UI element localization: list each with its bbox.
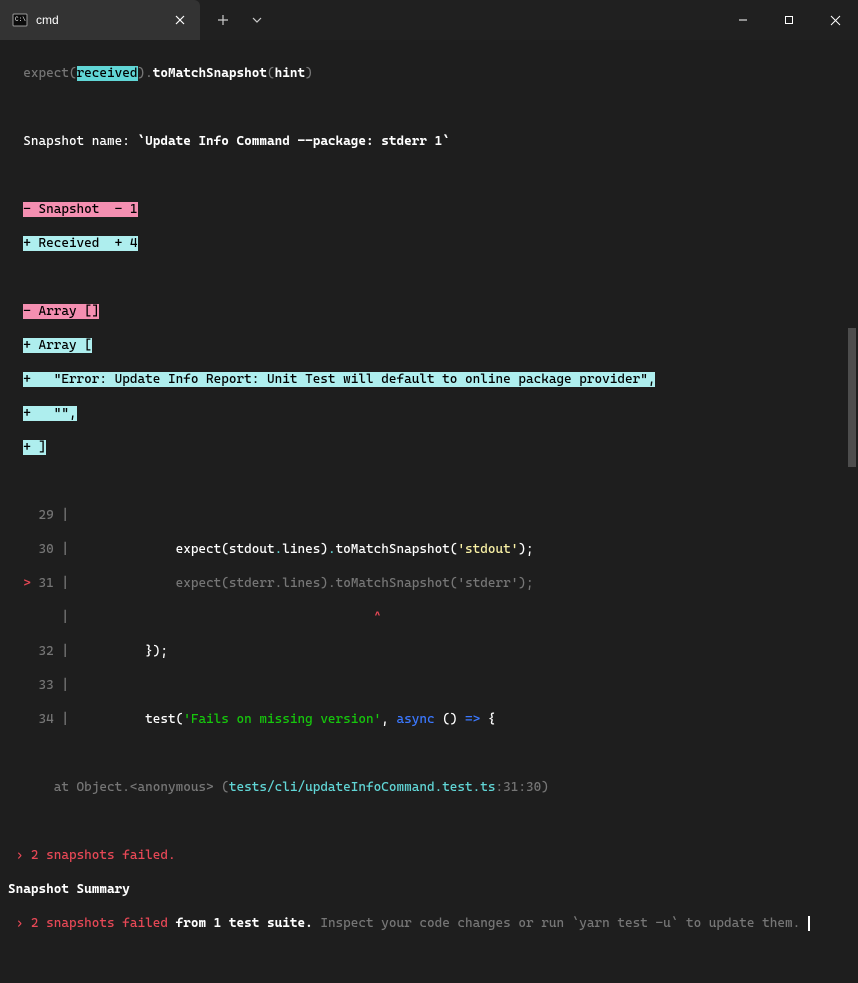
terminal-output[interactable]: expect(received).toMatchSnapshot(hint) S… <box>0 40 858 522</box>
maximize-button[interactable] <box>766 0 812 40</box>
vertical-scrollbar[interactable] <box>848 48 856 514</box>
output-line <box>8 167 854 184</box>
output-line: > 31 | expect(stderr.lines).toMatchSnaps… <box>8 575 854 592</box>
output-line: 33 | <box>8 677 854 694</box>
output-line: › 2 snapshots failed from 1 test suite. … <box>8 915 854 932</box>
output-line: | ^ <box>8 609 854 626</box>
minimize-button[interactable] <box>720 0 766 40</box>
tab-dropdown-button[interactable] <box>242 5 272 35</box>
titlebar-actions <box>200 0 272 40</box>
output-line: - Snapshot - 1 <box>8 201 854 218</box>
window-close-button[interactable] <box>812 0 858 40</box>
svg-text:C:\: C:\ <box>15 16 26 23</box>
output-line <box>8 473 854 490</box>
titlebar: C:\ cmd <box>0 0 858 40</box>
output-line: + "", <box>8 405 854 422</box>
output-line: 32 | }); <box>8 643 854 660</box>
output-line <box>8 269 854 286</box>
titlebar-drag-region[interactable] <box>272 0 720 40</box>
cmd-icon: C:\ <box>12 12 28 28</box>
output-line: expect(received).toMatchSnapshot(hint) <box>8 65 854 82</box>
output-line: - Array [] <box>8 303 854 320</box>
tab-label: cmd <box>36 13 164 27</box>
terminal-cursor <box>808 916 810 931</box>
output-line: + Received + 4 <box>8 235 854 252</box>
output-line: + "Error: Update Info Report: Unit Test … <box>8 371 854 388</box>
window-controls <box>720 0 858 40</box>
output-line: 30 | expect(stdout.lines).toMatchSnapsho… <box>8 541 854 558</box>
tab-close-button[interactable] <box>172 12 188 28</box>
output-line: Snapshot name: `Update Info Command --pa… <box>8 133 854 150</box>
output-line: 34 | test('Fails on missing version', as… <box>8 711 854 728</box>
new-tab-button[interactable] <box>208 5 238 35</box>
output-line: + ] <box>8 439 854 456</box>
output-line: › 2 snapshots failed. <box>8 847 854 864</box>
output-line: at Object.<anonymous> (tests/cli/updateI… <box>8 779 854 796</box>
output-line: Snapshot Summary <box>8 881 854 898</box>
tab-cmd[interactable]: C:\ cmd <box>0 0 200 40</box>
output-line <box>8 813 854 830</box>
output-line <box>8 99 854 116</box>
output-line: + Array [ <box>8 337 854 354</box>
scrollbar-thumb[interactable] <box>848 328 856 468</box>
output-line <box>8 745 854 762</box>
output-line: 29 | <box>8 507 854 524</box>
